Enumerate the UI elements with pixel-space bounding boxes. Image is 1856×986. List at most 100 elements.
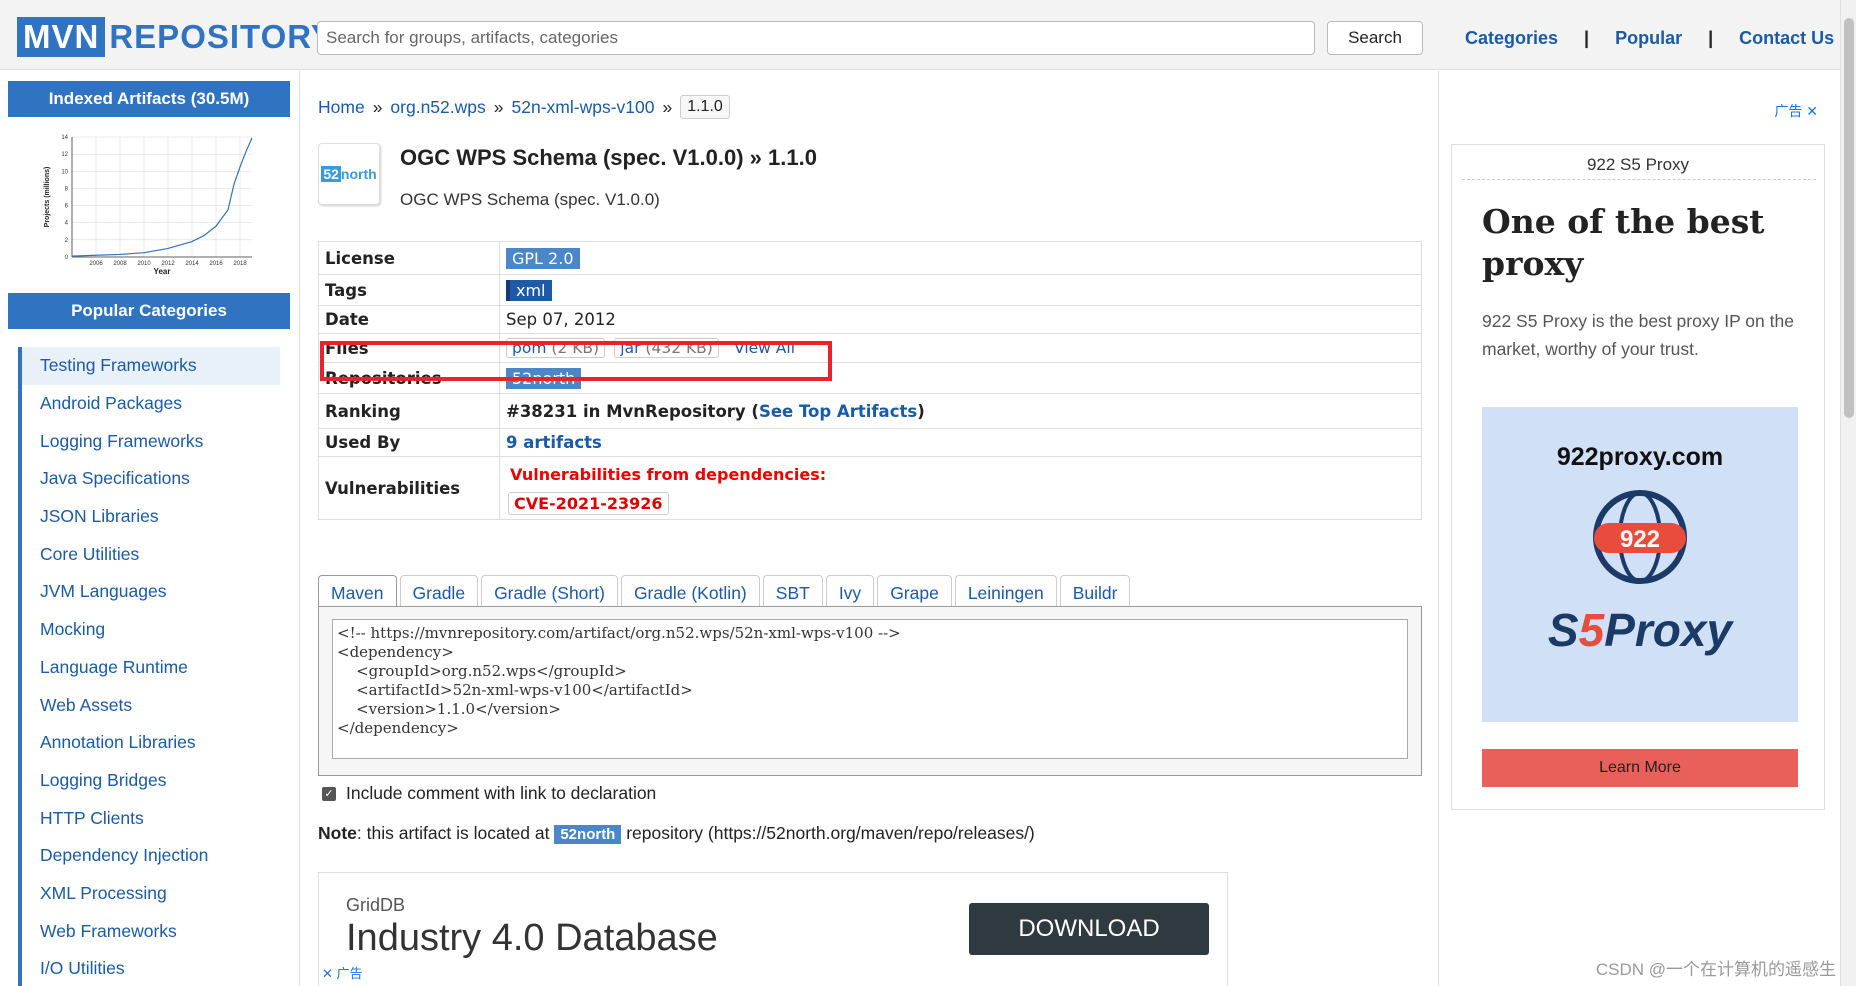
bottom-ad-download-button[interactable]: DOWNLOAD	[969, 903, 1209, 955]
chart-x-tick-label: 2006	[89, 261, 103, 267]
learn-more-button[interactable]: Learn More	[1482, 749, 1798, 787]
scrollbar-thumb[interactable]	[1844, 18, 1854, 418]
license-badge[interactable]: GPL 2.0	[506, 247, 580, 269]
ad-headline: One of the best proxy	[1482, 202, 1765, 283]
category-item[interactable]: Java Specifications	[18, 460, 280, 498]
tab-maven[interactable]: Maven	[318, 575, 397, 607]
see-top-artifacts-link[interactable]: See Top Artifacts	[759, 402, 917, 421]
used-by-label: Used By	[318, 428, 500, 457]
category-item[interactable]: Mocking	[18, 610, 280, 649]
category-item[interactable]: Logging Frameworks	[18, 422, 280, 461]
csdn-watermark: CSDN @一个在计算机的遥感生	[1595, 960, 1836, 979]
tags-row: Tags xml	[318, 274, 1422, 306]
page-scrollbar[interactable]	[1840, 0, 1856, 986]
ranking-label: Ranking	[318, 393, 500, 429]
category-link[interactable]: Core Utilities	[40, 544, 139, 565]
category-link[interactable]: JVM Languages	[40, 581, 166, 602]
dependency-snippet-textarea[interactable]: <!-- https://mvnrepository.com/artifact/…	[332, 619, 1408, 759]
artifact-logo-prefix: 52	[321, 166, 341, 182]
category-item[interactable]: Logging Bridges	[18, 761, 280, 800]
category-item[interactable]: JVM Languages	[18, 573, 280, 611]
include-comment-label: Include comment with link to declaration	[346, 783, 657, 803]
breadcrumb-artifact[interactable]: 52n-xml-wps-v100	[512, 97, 655, 118]
bottom-ad-headline: Industry 4.0 Database	[346, 917, 718, 959]
tab-buildr[interactable]: Buildr	[1059, 575, 1131, 607]
tab-gradle[interactable]: Gradle	[399, 575, 479, 607]
nav-popular[interactable]: Popular	[1615, 28, 1682, 49]
site-logo[interactable]: MVN REPOSITORY	[17, 17, 334, 57]
category-item[interactable]: Web Assets	[18, 686, 280, 724]
breadcrumb-home[interactable]: Home	[318, 97, 365, 118]
vulnerabilities-row: Vulnerabilities Vulnerabilities from dep…	[318, 456, 1422, 520]
category-item[interactable]: Core Utilities	[18, 535, 280, 574]
ad-badge-text: 922	[1620, 526, 1660, 553]
breadcrumb-group[interactable]: org.n52.wps	[390, 97, 485, 118]
tab-leiningen[interactable]: Leiningen	[954, 575, 1057, 607]
used-by-link[interactable]: 9 artifacts	[506, 433, 602, 452]
tab-gradle-kotlin[interactable]: Gradle (Kotlin)	[620, 575, 760, 607]
nav-categories[interactable]: Categories	[1465, 28, 1558, 49]
category-link[interactable]: HTTP Clients	[40, 808, 144, 829]
category-link[interactable]: Java Specifications	[40, 468, 190, 489]
artifact-subtitle: OGC WPS Schema (spec. V1.0.0)	[400, 190, 660, 209]
category-item[interactable]: Web Frameworks	[18, 912, 280, 950]
cve-link[interactable]: CVE-2021-23926	[508, 492, 669, 515]
breadcrumb-separator: »	[662, 96, 673, 117]
include-comment-checkbox[interactable]: ✓	[322, 786, 336, 801]
breadcrumb: Home » org.n52.wps » 52n-xml-wps-v100 » …	[318, 95, 730, 119]
category-link[interactable]: Testing Frameworks	[40, 355, 197, 376]
indexed-artifacts-chart: 024681012142006 2008 2010 2012 2014 2016 2018Y…	[44, 135, 253, 276]
category-item[interactable]: Annotation Libraries	[18, 723, 280, 762]
bottom-advertisement[interactable]: GridDB Industry 4.0 Database DOWNLOAD ✕ …	[318, 872, 1228, 986]
category-link[interactable]: Android Packages	[40, 393, 182, 414]
category-link[interactable]: Logging Bridges	[40, 770, 166, 791]
chart-y-tick-label: 14	[61, 135, 68, 141]
category-link[interactable]: Language Runtime	[40, 657, 188, 678]
search-button[interactable]: Search	[1327, 21, 1423, 55]
ad-close-label[interactable]: 广告 ✕	[1774, 101, 1818, 121]
logo-repository: REPOSITORY	[109, 18, 334, 55]
category-item[interactable]: HTTP Clients	[18, 799, 280, 837]
bottom-ad-close-label[interactable]: ✕ 广告	[322, 963, 363, 982]
category-item[interactable]: JSON Libraries	[18, 497, 280, 536]
category-link[interactable]: Web Assets	[40, 695, 132, 716]
chart-y-tick-label: 0	[65, 255, 69, 261]
tab-gradle-short[interactable]: Gradle (Short)	[481, 575, 618, 607]
tab-grape[interactable]: Grape	[877, 575, 952, 607]
category-item[interactable]: Dependency Injection	[18, 836, 280, 875]
chart-x-tick-label: 2014	[185, 261, 199, 267]
category-item[interactable]: Android Packages	[18, 384, 280, 423]
category-item[interactable]: Testing Frameworks	[18, 347, 280, 385]
include-comment-option[interactable]: ✓ Include comment with link to declarati…	[322, 783, 656, 804]
category-link[interactable]: Web Frameworks	[40, 921, 177, 942]
tag-xml[interactable]: xml	[506, 279, 552, 301]
date-value: Sep 07, 2012	[499, 305, 1422, 334]
note-repository-badge[interactable]: 52north	[554, 825, 622, 844]
category-link[interactable]: XML Processing	[40, 883, 167, 904]
category-link[interactable]: Logging Frameworks	[40, 431, 203, 452]
chart-y-tick-label: 4	[65, 221, 69, 227]
chart-x-axis-label: Year	[154, 267, 171, 276]
popular-categories-heading[interactable]: Popular Categories	[8, 293, 290, 329]
search-input[interactable]	[317, 21, 1315, 55]
category-link[interactable]: JSON Libraries	[40, 506, 159, 527]
category-item[interactable]: I/O Utilities	[18, 950, 280, 986]
top-nav: Categories | Popular | Contact Us	[1465, 28, 1834, 49]
chart-x-tick-label: 2016	[209, 261, 223, 267]
category-item[interactable]: Language Runtime	[18, 648, 280, 687]
chart-y-tick-label: 12	[61, 152, 68, 158]
proxy-advertisement[interactable]: 922 S5 Proxy One of the best proxy 922 S…	[1451, 144, 1825, 810]
nav-contact-us[interactable]: Contact Us	[1739, 28, 1834, 49]
ad-body-text: 922 S5 Proxy is the best proxy IP on the…	[1482, 311, 1794, 359]
right-ad-column: 广告 ✕ 922 S5 Proxy One of the best proxy …	[1438, 71, 1840, 986]
category-link[interactable]: Annotation Libraries	[40, 732, 196, 753]
nav-separator: |	[1708, 28, 1714, 48]
category-item[interactable]: XML Processing	[18, 874, 280, 913]
indexed-artifacts-heading[interactable]: Indexed Artifacts (30.5M)	[8, 81, 290, 117]
category-link[interactable]: Dependency Injection	[40, 845, 208, 866]
category-link[interactable]: I/O Utilities	[40, 958, 125, 979]
tab-sbt[interactable]: SBT	[762, 575, 823, 607]
note-text-after: repository (https://52north.org/maven/re…	[621, 823, 1035, 843]
tab-ivy[interactable]: Ivy	[825, 575, 875, 607]
category-link[interactable]: Mocking	[40, 619, 105, 640]
